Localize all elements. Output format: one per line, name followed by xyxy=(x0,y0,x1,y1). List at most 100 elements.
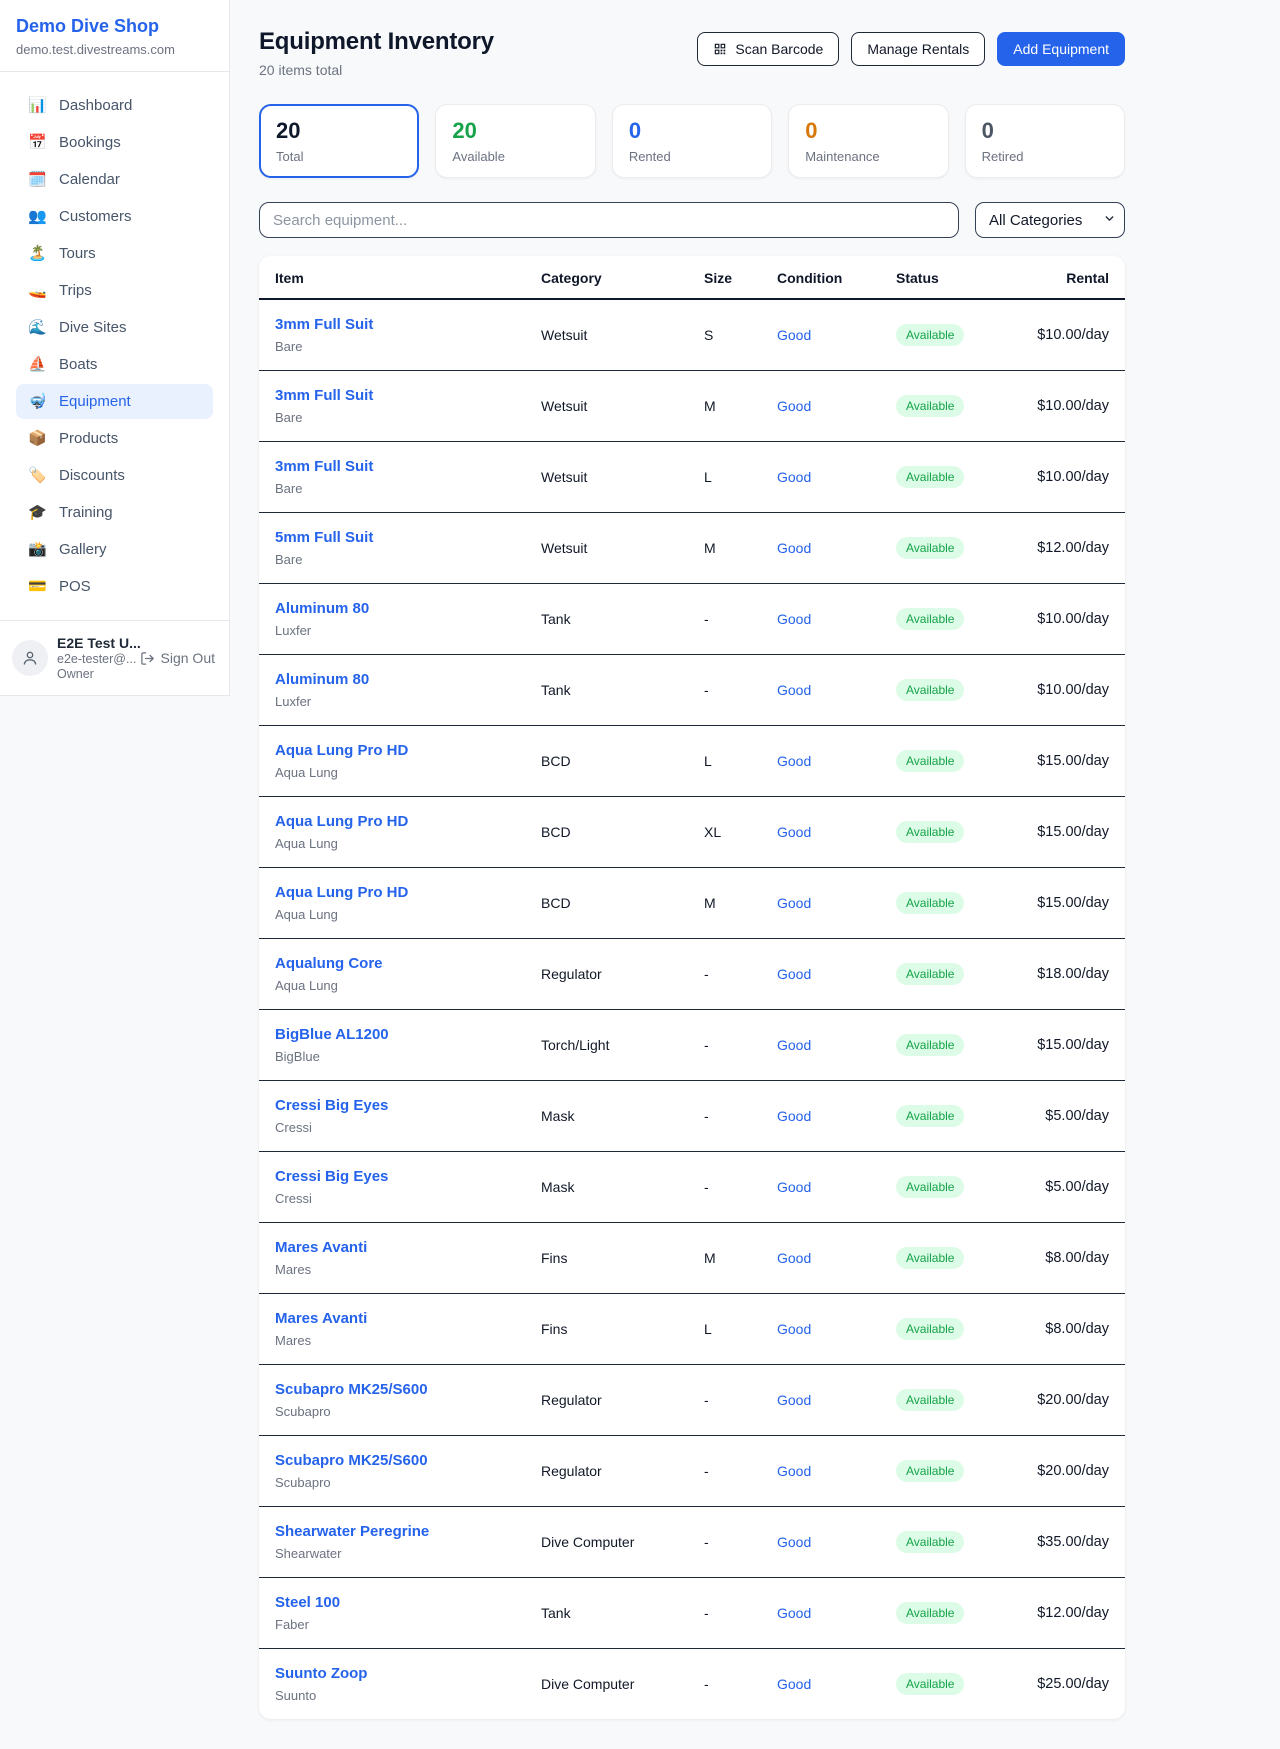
condition-link[interactable]: Good xyxy=(777,1676,811,1692)
sidebar-item-training[interactable]: 🎓 Training xyxy=(16,495,213,530)
stat-card-rented[interactable]: 0 Rented xyxy=(612,104,772,178)
status-badge: Available xyxy=(896,466,964,488)
sidebar-item-label: Boats xyxy=(59,356,97,373)
condition-link[interactable]: Good xyxy=(777,1605,811,1621)
sidebar-item-equipment[interactable]: 🤿 Equipment xyxy=(16,384,213,419)
condition-link[interactable]: Good xyxy=(777,1179,811,1195)
sign-out-button[interactable]: Sign Out xyxy=(138,650,217,666)
condition-link[interactable]: Good xyxy=(777,1392,811,1408)
condition-link[interactable]: Good xyxy=(777,753,811,769)
item-link[interactable]: Aluminum 80 xyxy=(275,670,509,690)
sidebar-item-boats[interactable]: ⛵ Boats xyxy=(16,347,213,382)
stat-card-total[interactable]: 20 Total xyxy=(259,104,419,178)
sidebar-item-products[interactable]: 📦 Products xyxy=(16,421,213,456)
stat-card-retired[interactable]: 0 Retired xyxy=(965,104,1125,178)
add-equipment-button[interactable]: Add Equipment xyxy=(997,32,1125,66)
sidebar-item-pos[interactable]: 💳 POS xyxy=(16,569,213,604)
stat-card-available[interactable]: 20 Available xyxy=(435,104,595,178)
condition-link[interactable]: Good xyxy=(777,895,811,911)
item-size: - xyxy=(688,655,761,726)
condition-link[interactable]: Good xyxy=(777,540,811,556)
col-header-status: Status xyxy=(880,256,1010,299)
condition-link[interactable]: Good xyxy=(777,1037,811,1053)
item-link[interactable]: Aqua Lung Pro HD xyxy=(275,812,509,832)
sidebar-item-customers[interactable]: 👥 Customers xyxy=(16,199,213,234)
category-select[interactable]: All Categories xyxy=(975,202,1125,238)
item-category: Torch/Light xyxy=(525,1010,688,1081)
item-rental: $8.00/day xyxy=(1010,1223,1125,1294)
item-size: - xyxy=(688,1578,761,1649)
sidebar-item-dive-sites[interactable]: 🌊 Dive Sites xyxy=(16,310,213,345)
item-brand: Aqua Lung xyxy=(275,835,509,852)
sidebar-item-dashboard[interactable]: 📊 Dashboard xyxy=(16,88,213,123)
item-brand: Cressi xyxy=(275,1190,509,1207)
sidebar-item-tours[interactable]: 🏝️ Tours xyxy=(16,236,213,271)
condition-link[interactable]: Good xyxy=(777,1463,811,1479)
condition-link[interactable]: Good xyxy=(777,398,811,414)
sidebar-item-discounts[interactable]: 🏷️ Discounts xyxy=(16,458,213,493)
item-size: L xyxy=(688,726,761,797)
item-category: BCD xyxy=(525,797,688,868)
sidebar-item-gallery[interactable]: 📸 Gallery xyxy=(16,532,213,567)
user-role: Owner xyxy=(57,667,129,681)
item-link[interactable]: Aluminum 80 xyxy=(275,599,509,619)
condition-link[interactable]: Good xyxy=(777,966,811,982)
item-link[interactable]: 5mm Full Suit xyxy=(275,528,509,548)
condition-link[interactable]: Good xyxy=(777,682,811,698)
sidebar-item-bookings[interactable]: 📅 Bookings xyxy=(16,125,213,160)
item-link[interactable]: Cressi Big Eyes xyxy=(275,1096,509,1116)
item-link[interactable]: 3mm Full Suit xyxy=(275,386,509,406)
item-brand: Mares xyxy=(275,1332,509,1349)
item-rental: $5.00/day xyxy=(1010,1152,1125,1223)
col-header-item: Item xyxy=(259,256,525,299)
stat-card-maintenance[interactable]: 0 Maintenance xyxy=(788,104,948,178)
condition-link[interactable]: Good xyxy=(777,1534,811,1550)
item-link[interactable]: Mares Avanti xyxy=(275,1238,509,1258)
sidebar-item-label: Tours xyxy=(59,245,96,262)
stat-label: Rented xyxy=(629,149,755,164)
item-link[interactable]: Scubapro MK25/S600 xyxy=(275,1380,509,1400)
condition-link[interactable]: Good xyxy=(777,611,811,627)
item-link[interactable]: Aqualung Core xyxy=(275,954,509,974)
item-link[interactable]: Aqua Lung Pro HD xyxy=(275,883,509,903)
item-link[interactable]: Aqua Lung Pro HD xyxy=(275,741,509,761)
item-link[interactable]: Cressi Big Eyes xyxy=(275,1167,509,1187)
manage-rentals-button[interactable]: Manage Rentals xyxy=(851,32,985,66)
sidebar-item-calendar[interactable]: 🗓️ Calendar xyxy=(16,162,213,197)
scan-barcode-button[interactable]: Scan Barcode xyxy=(697,32,839,66)
item-size: M xyxy=(688,371,761,442)
category-select-wrap: All Categories xyxy=(975,202,1125,238)
item-category: BCD xyxy=(525,868,688,939)
condition-link[interactable]: Good xyxy=(777,1250,811,1266)
condition-link[interactable]: Good xyxy=(777,327,811,343)
item-link[interactable]: Scubapro MK25/S600 xyxy=(275,1451,509,1471)
item-link[interactable]: Shearwater Peregrine xyxy=(275,1522,509,1542)
status-badge: Available xyxy=(896,608,964,630)
item-link[interactable]: Suunto Zoop xyxy=(275,1664,509,1684)
sidebar-item-trips[interactable]: 🚤 Trips xyxy=(16,273,213,308)
stats-row: 20 Total 20 Available 0 Rented 0 Mainten… xyxy=(259,104,1125,178)
graduation-cap-icon: 🎓 xyxy=(28,505,46,520)
item-category: BCD xyxy=(525,726,688,797)
item-brand: Shearwater xyxy=(275,1545,509,1562)
equipment-row: Cressi Big Eyes Cressi Mask - Good Avail… xyxy=(259,1152,1125,1223)
equipment-row: BigBlue AL1200 BigBlue Torch/Light - Goo… xyxy=(259,1010,1125,1081)
item-rental: $15.00/day xyxy=(1010,797,1125,868)
item-link[interactable]: Steel 100 xyxy=(275,1593,509,1613)
condition-link[interactable]: Good xyxy=(777,1321,811,1337)
condition-link[interactable]: Good xyxy=(777,1108,811,1124)
item-link[interactable]: 3mm Full Suit xyxy=(275,457,509,477)
item-link[interactable]: Mares Avanti xyxy=(275,1309,509,1329)
condition-link[interactable]: Good xyxy=(777,824,811,840)
item-link[interactable]: 3mm Full Suit xyxy=(275,315,509,335)
equipment-row: 3mm Full Suit Bare Wetsuit S Good Availa… xyxy=(259,299,1125,371)
condition-link[interactable]: Good xyxy=(777,469,811,485)
item-size: S xyxy=(688,299,761,371)
item-size: - xyxy=(688,1649,761,1720)
item-brand: Bare xyxy=(275,409,509,426)
stat-label: Total xyxy=(276,149,402,164)
search-input[interactable] xyxy=(259,202,959,238)
status-badge: Available xyxy=(896,1247,964,1269)
item-link[interactable]: BigBlue AL1200 xyxy=(275,1025,509,1045)
status-badge: Available xyxy=(896,821,964,843)
